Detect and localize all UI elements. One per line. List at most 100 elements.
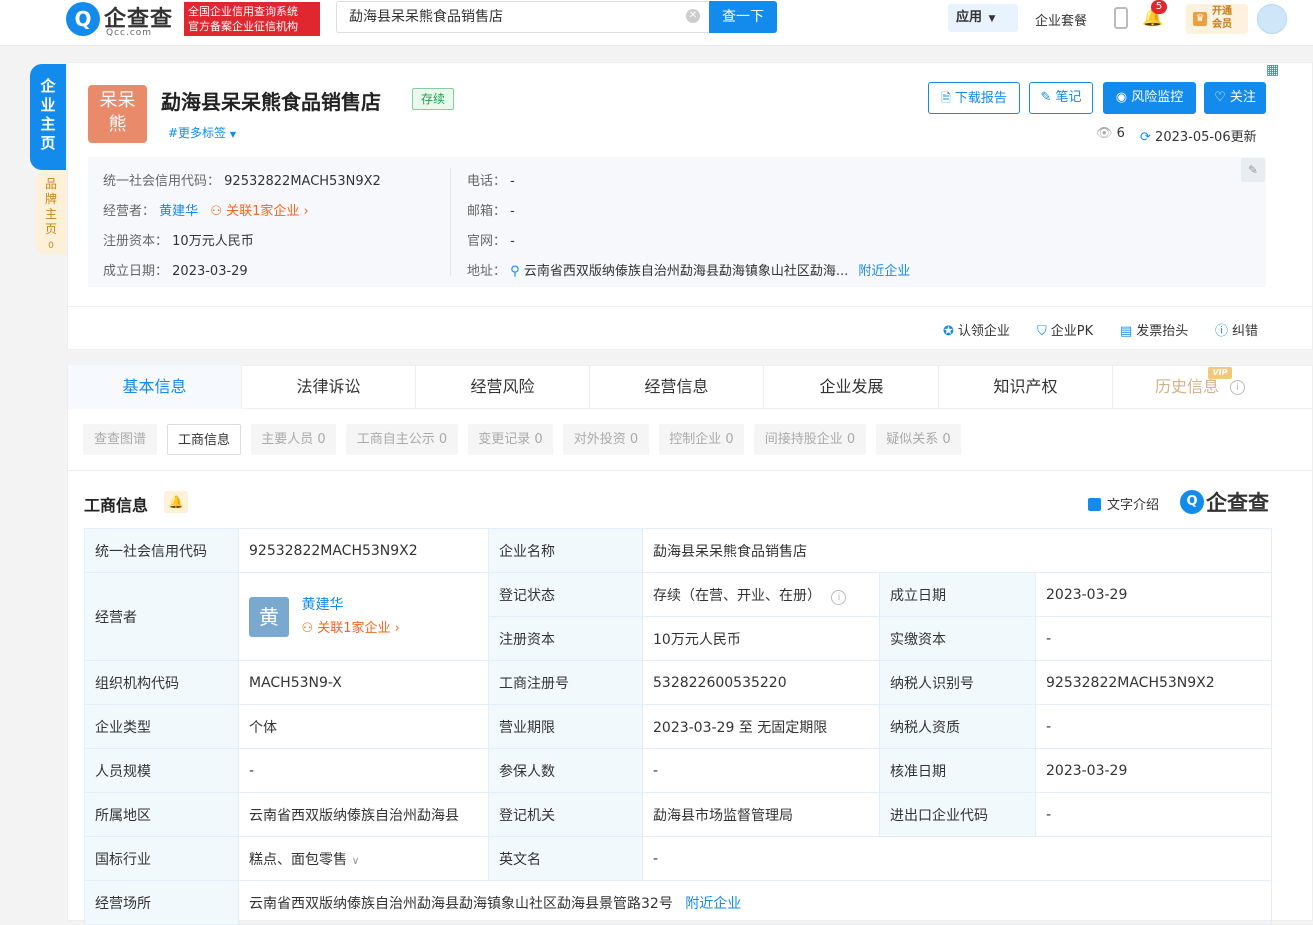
summary-operator-link[interactable]: 黄建华 <box>159 204 198 219</box>
table-cell[interactable]: 92532822MACH53N9X2 <box>1035 660 1272 705</box>
qcc-logo-domain: Qcc.com <box>106 28 153 38</box>
address-value[interactable]: 云南省西双版纳傣族自治州勐海县勐海镇象山社区勐海县景管路32号 <box>249 896 673 912</box>
pencil-edit-icon[interactable]: ✎ <box>1241 158 1265 182</box>
tab-history[interactable]: 历史信息 i <box>1113 365 1287 409</box>
qr-code-icon[interactable]: ▦ <box>1266 62 1286 82</box>
report-error-button[interactable]: ⓘ 纠错 <box>1215 320 1258 339</box>
operator-avatar[interactable]: 黄 <box>249 596 289 637</box>
subtab-change-records[interactable]: 变更记录 0 <box>468 424 553 455</box>
status-badge: 存续 <box>412 88 454 110</box>
pk-shield-icon: ⛉ <box>1037 324 1047 339</box>
vertical-divider <box>450 168 451 276</box>
claim-company-button[interactable]: ✪ 认领企业 <box>943 320 1010 339</box>
industry-value: 糕点、面包零售 <box>249 851 347 868</box>
qcc-logo-icon[interactable]: Q <box>66 2 100 36</box>
table-cell[interactable]: 糕点、面包零售 ∨ <box>238 836 489 881</box>
tab-basic-info[interactable]: 基本信息 <box>68 365 242 409</box>
table-cell: - <box>642 748 880 793</box>
top-bar: Q 企查查 Qcc.com 全国企业信用查询系统 官方备案企业征信机构 勐海县呆… <box>0 0 1313 46</box>
table-header-cell: 进出口企业代码 <box>879 792 1036 837</box>
subtab-controlled[interactable]: 控制企业 0 <box>659 424 744 455</box>
subtab-graph[interactable]: 查查图谱 <box>83 424 157 455</box>
table-cell[interactable]: 勐海县呆呆熊食品销售店 <box>642 528 1272 573</box>
tab-operating-risk[interactable]: 经营风险 <box>416 365 590 409</box>
apps-menu-button[interactable]: 应用 ▼ <box>948 4 1018 32</box>
enterprise-package-link[interactable]: 企业套餐 <box>1035 10 1087 29</box>
nearby-companies-link[interactable]: 附近企业 <box>685 896 741 912</box>
user-avatar[interactable] <box>1257 4 1287 34</box>
company-logo: 呆呆 熊 <box>88 85 147 143</box>
tab-development[interactable]: 企业发展 <box>765 365 939 409</box>
follow-label: 关注 <box>1229 90 1256 105</box>
tab-operating-info[interactable]: 经营信息 <box>590 365 764 409</box>
tab-ip[interactable]: 知识产权 <box>939 365 1113 409</box>
subtab-self-disclosure[interactable]: 工商自主公示 0 <box>346 424 458 455</box>
summary-credit-code-value[interactable]: 92532822MACH53N9X2 <box>224 174 381 189</box>
text-intro-label: 文字介绍 <box>1107 498 1160 513</box>
side-tab-brand-home-label: 品牌主页 <box>44 177 57 236</box>
more-tags-dropdown[interactable]: #更多标签 ▼ <box>168 124 236 141</box>
company-pk-button[interactable]: ⛉ 企业PK <box>1037 320 1093 339</box>
vip-label-line-2: 会员 <box>1212 19 1232 30</box>
update-time[interactable]: ⟳ 2023-05-06更新 <box>1140 126 1257 145</box>
subscribe-bell-icon[interactable]: 🔔 <box>164 491 188 513</box>
table-row: 企业类型 个体 营业期限 2023-03-29 至 无固定期限 纳税人资质 - <box>84 704 1272 749</box>
summary-credit-code-label: 统一社会信用代码： <box>103 174 221 189</box>
follow-button[interactable]: ♡ 关注 <box>1204 82 1266 114</box>
operator-link[interactable]: 黄建华 <box>301 593 399 617</box>
subtab-indirect-holdings[interactable]: 间接持股企业 0 <box>754 424 866 455</box>
table-header-cell: 登记机关 <box>488 792 643 837</box>
summary-address-value[interactable]: 云南省西双版纳傣族自治州勐海县勐海镇象山社区勐海... <box>524 264 848 279</box>
summary-related-link[interactable]: ⚇ 关联1家企业 › <box>210 204 308 219</box>
table-row: 统一社会信用代码 92532822MACH53N9X2 企业名称 勐海县呆呆熊食… <box>84 528 1272 573</box>
download-report-button[interactable]: 🗎 下载报告 <box>928 82 1020 114</box>
monitor-icon: ◉ <box>1115 90 1128 105</box>
relation-network-icon: ⚇ <box>301 620 314 636</box>
summary-nearby-link[interactable]: 附近企业 <box>858 264 910 279</box>
table-cell[interactable]: 92532822MACH53N9X2 <box>238 528 489 573</box>
clear-search-icon[interactable]: ✕ <box>686 9 700 23</box>
summary-address: 地址： ⚲ 云南省西双版纳傣族自治州勐海县勐海镇象山社区勐海... 附近企业 <box>467 260 910 279</box>
notes-button[interactable]: ✎ 笔记 <box>1029 82 1093 114</box>
text-intro-button[interactable]: 文字介绍 <box>1088 494 1159 513</box>
side-tab-company-home[interactable]: 企业主页 <box>30 64 66 170</box>
chevron-right-icon: › <box>394 620 400 636</box>
mobile-app-icon[interactable] <box>1114 7 1128 29</box>
invoice-title-button[interactable]: ▤ 发票抬头 <box>1120 320 1188 339</box>
operator-related-link[interactable]: ⚇ 关联1家企业 › <box>301 617 399 641</box>
summary-founded-label: 成立日期： <box>103 264 169 279</box>
refresh-icon: ⟳ <box>1140 130 1151 145</box>
subtab-key-personnel[interactable]: 主要人员 0 <box>251 424 336 455</box>
heart-icon: ♡ <box>1214 90 1226 105</box>
info-icon[interactable]: i <box>831 589 847 605</box>
edit-note-icon: ✎ <box>1040 90 1052 105</box>
summary-website-value: - <box>510 234 515 249</box>
table-header-cell: 成立日期 <box>879 572 1036 617</box>
subtab-business-info[interactable]: 工商信息 <box>167 424 241 455</box>
table-cell[interactable]: 532822600535220 <box>642 660 880 705</box>
table-header-cell: 企业类型 <box>84 704 239 749</box>
document-icon <box>1088 498 1101 511</box>
apps-label: 应用 <box>956 10 983 25</box>
table-cell: 存续（在营、开业、在册） i <box>642 572 880 617</box>
side-tab-brand-home[interactable]: 品牌主页 0 <box>36 172 66 254</box>
chevron-down-icon: ∨ <box>351 853 360 867</box>
vip-crown-icon: ♛ <box>1193 12 1207 26</box>
table-cell[interactable]: MACH53N9-X <box>238 660 489 705</box>
search-button[interactable]: 查一下 <box>709 1 777 33</box>
operator-related-label: 关联1家企业 <box>317 620 391 636</box>
tab-litigation[interactable]: 法律诉讼 <box>242 365 416 409</box>
table-cell: 勐海县市场监督管理局 <box>642 792 880 837</box>
table-header-cell: 经营者 <box>84 572 239 661</box>
claim-company-label: 认领企业 <box>957 324 1010 339</box>
table-row: 经营者 黄 黄建华 ⚇ 关联1家企业 › 登记状态 存续（在营、开业、在册） i… <box>84 572 1272 661</box>
open-vip-button[interactable]: ♛ 开通 会员 <box>1186 4 1248 34</box>
risk-monitor-button[interactable]: ◉ 风险监控 <box>1103 82 1196 114</box>
search-input[interactable]: 勐海县呆呆熊食品销售店 <box>336 1 708 33</box>
subtab-investments[interactable]: 对外投资 0 <box>563 424 649 455</box>
table-cell: 云南省西双版纳傣族自治州勐海县 <box>238 792 489 837</box>
summary-website: 官网： - <box>467 230 515 249</box>
table-header-cell: 英文名 <box>488 836 643 881</box>
main-tabs: 基本信息 法律诉讼 经营风险 经营信息 企业发展 知识产权 历史信息 i <box>68 365 1313 409</box>
subtab-suspected-relations[interactable]: 疑似关系 0 <box>876 424 961 455</box>
